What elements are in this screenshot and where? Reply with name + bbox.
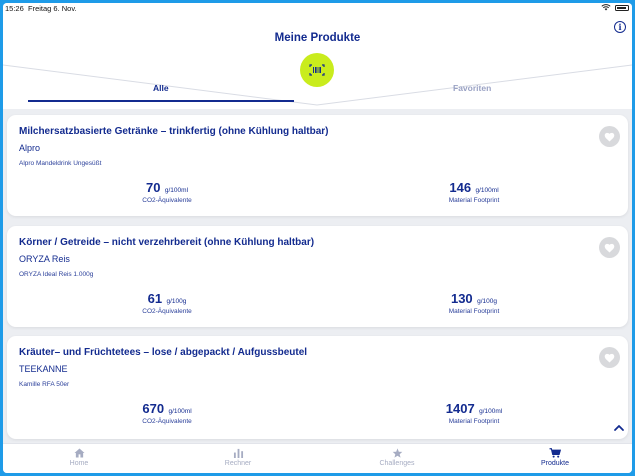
co2-metric: 70 g/100ml CO2-Äquivalente: [87, 179, 247, 204]
favorite-button[interactable]: [599, 126, 620, 147]
material-unit: g/100ml: [479, 408, 503, 415]
nav-label-home: Home: [69, 460, 89, 467]
page-title: Meine Produkte: [274, 32, 361, 44]
co2-unit: g/100ml: [164, 187, 189, 194]
co2-metric: 670 g/100ml CO2-Äquivalente: [87, 400, 247, 425]
status-bar: 15:26 Freitag 6. Nov.: [3, 3, 632, 15]
material-label: Material Footprint: [448, 418, 500, 425]
product-category: Milchersatzbasierte Getränke – trinkfert…: [19, 126, 329, 137]
product-card[interactable]: Kräuter– und Früchtetees – lose / abgepa…: [7, 336, 628, 439]
product-brand: Alpro: [19, 143, 41, 153]
co2-value: 61: [147, 291, 163, 306]
co2-label: CO2-Äquivalente: [142, 308, 192, 315]
cart-icon: [549, 448, 561, 458]
star-icon: [392, 448, 402, 458]
wifi-icon: [601, 4, 611, 11]
scan-barcode-button[interactable]: [300, 53, 334, 87]
nav-item-produkte[interactable]: Produkte: [515, 448, 595, 467]
tab-alle[interactable]: Alle: [153, 83, 169, 93]
material-metric: 146 g/100ml Material Footprint: [394, 179, 554, 204]
product-brand: ORYZA Reis: [19, 254, 70, 264]
tab-favoriten[interactable]: Favoriten: [453, 83, 491, 93]
co2-metric: 61 g/100g CO2-Äquivalente: [87, 290, 247, 315]
co2-label: CO2-Äquivalente: [142, 197, 192, 204]
nav-item-challenges[interactable]: Challenges: [357, 448, 437, 467]
product-name: Kamille RFA 50er: [19, 381, 70, 388]
co2-value: 70: [145, 180, 161, 195]
product-category: Kräuter– und Früchtetees – lose / abgepa…: [19, 347, 308, 358]
bar-chart-icon: [233, 448, 243, 458]
app-frame: 15:26 Freitag 6. Nov. Meine Produkte i A…: [3, 3, 632, 473]
material-label: Material Footprint: [448, 197, 500, 204]
favorite-button[interactable]: [599, 237, 620, 258]
co2-unit: g/100g: [166, 298, 187, 305]
product-name: Alpro Mandeldrink Ungesüßt: [19, 160, 102, 167]
nav-label-produkte: Produkte: [540, 460, 570, 467]
product-card[interactable]: Milchersatzbasierte Getränke – trinkfert…: [7, 115, 628, 216]
material-label: Material Footprint: [448, 308, 500, 315]
barcode-scan-icon: [309, 64, 325, 76]
scroll-to-top-icon[interactable]: [613, 423, 625, 433]
home-icon: [74, 448, 84, 458]
favorite-button[interactable]: [599, 347, 620, 368]
status-icons: [601, 4, 629, 11]
nav-label-rechner: Rechner: [224, 460, 252, 467]
active-tab-indicator: [28, 100, 294, 102]
nav-item-home[interactable]: Home: [39, 448, 119, 467]
heart-icon: [604, 132, 615, 142]
status-date: Freitag 6. Nov.: [28, 4, 77, 13]
product-brand: TEEKANNE: [19, 364, 68, 374]
co2-unit: g/100ml: [168, 408, 192, 415]
product-name: ORYZA Ideal Reis 1.000g: [19, 271, 94, 278]
material-value: 1407: [445, 401, 475, 416]
battery-icon: [615, 4, 629, 11]
co2-value: 670: [142, 401, 165, 416]
material-unit: g/100ml: [475, 187, 499, 194]
status-time: 15:26: [5, 4, 24, 13]
material-metric: 1407 g/100ml Material Footprint: [394, 400, 554, 425]
bottom-navigation: Home Rechner Challenges Produkte: [3, 443, 632, 473]
nav-label-challenges: Challenges: [379, 460, 415, 467]
co2-label: CO2-Äquivalente: [142, 418, 192, 425]
heart-icon: [604, 353, 615, 363]
material-unit: g/100g: [477, 298, 498, 305]
product-category: Körner / Getreide – nicht verzehrbereit …: [19, 237, 315, 248]
nav-item-rechner[interactable]: Rechner: [198, 448, 278, 467]
material-value: 146: [449, 180, 472, 195]
material-value: 130: [450, 291, 473, 306]
material-metric: 130 g/100g Material Footprint: [394, 290, 554, 315]
heart-icon: [604, 243, 615, 253]
info-icon[interactable]: i: [614, 21, 626, 33]
product-card[interactable]: Körner / Getreide – nicht verzehrbereit …: [7, 226, 628, 327]
